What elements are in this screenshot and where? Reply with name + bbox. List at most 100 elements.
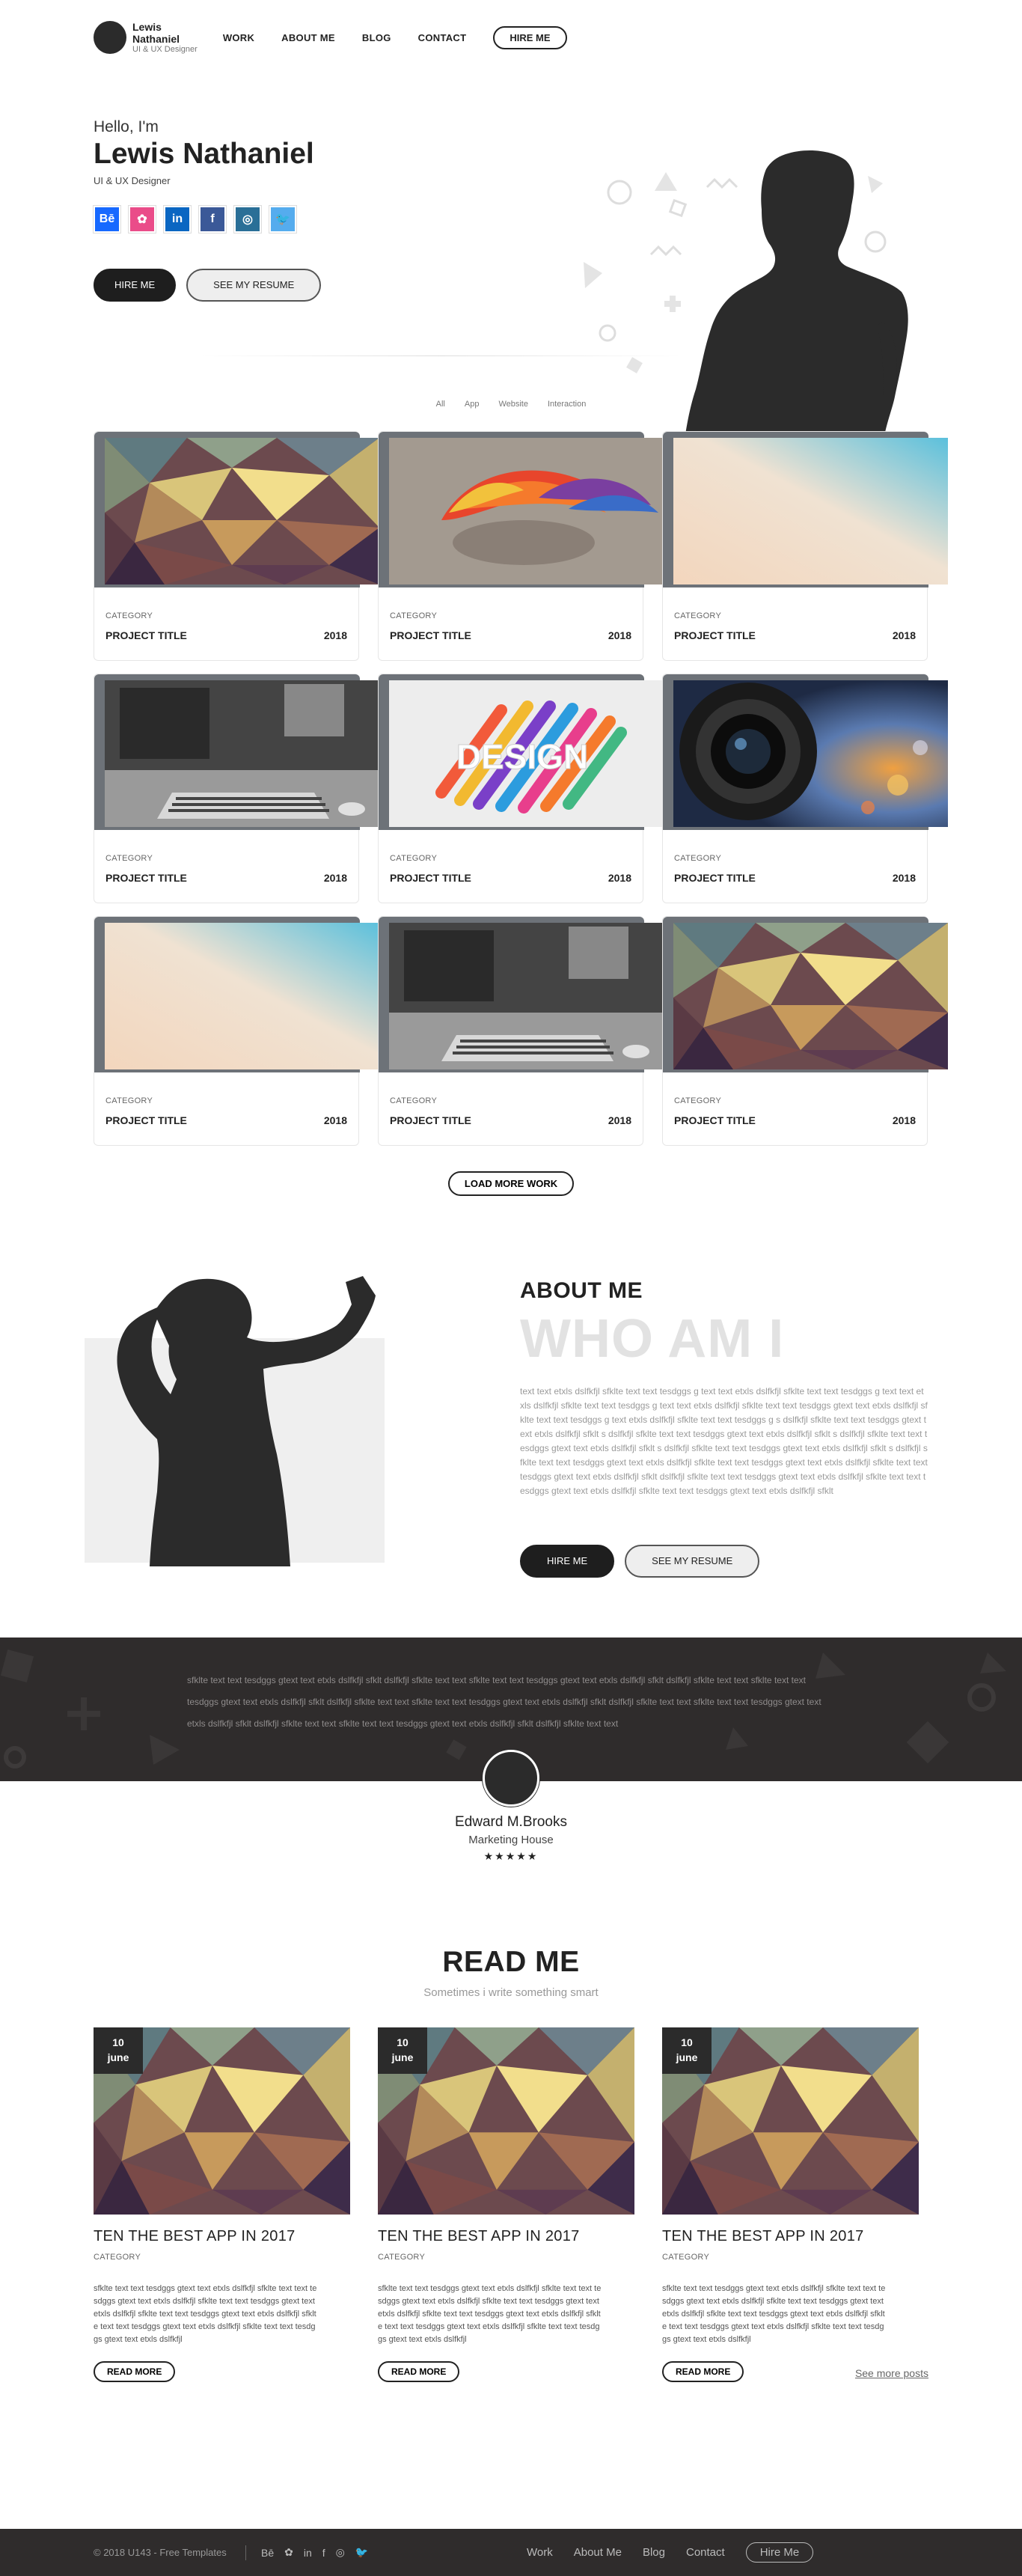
about-big-title: WHO AM I [520, 1309, 785, 1369]
logo-name: Lewis Nathaniel [132, 20, 180, 45]
filter-app[interactable]: App [465, 400, 480, 409]
project-image[interactable] [105, 923, 379, 1069]
filter-all[interactable]: All [436, 400, 445, 409]
footer-link-contact[interactable]: Contact [686, 2546, 725, 2559]
project-title[interactable]: PROJECT TITLE [390, 872, 471, 884]
project-year: 2018 [892, 629, 916, 641]
project-image[interactable] [673, 680, 948, 827]
footer-dribbble-icon[interactable]: ✿ [284, 2546, 293, 2559]
about-section: ABOUT ME WHO AM I text text etxls dslfkf… [0, 1196, 1022, 1638]
dribbble-icon[interactable]: ✿ [129, 206, 156, 233]
project-image[interactable] [673, 923, 948, 1069]
post-title[interactable]: TEN THE BEST APP IN 2017 [94, 2228, 350, 2245]
nav-about[interactable]: ABOUT ME [281, 32, 335, 43]
project-title[interactable]: PROJECT TITLE [674, 1114, 756, 1126]
footer-link-blog[interactable]: Blog [643, 2546, 665, 2559]
see-resume-button[interactable]: SEE MY RESUME [186, 269, 322, 302]
project-year: 2018 [323, 872, 347, 884]
project-card[interactable]: CATEGORY PROJECT TITLE 2018 [662, 916, 948, 1146]
project-year: 2018 [608, 629, 631, 641]
footer-link-work[interactable]: Work [527, 2546, 553, 2559]
twitter-icon[interactable]: 🐦 [269, 206, 296, 233]
logo-text[interactable]: Lewis Nathaniel UI & UX Designer [132, 21, 198, 55]
project-card[interactable]: CATEGORY PROJECT TITLE 2018 [378, 431, 664, 661]
load-more-button[interactable]: LOAD MORE WORK [447, 1171, 575, 1196]
post-excerpt: sfklte text text tesdggs gtext text etxl… [94, 2284, 317, 2344]
project-title[interactable]: PROJECT TITLE [105, 872, 187, 884]
project-card[interactable]: CATEGORY PROJECT TITLE 2018 [662, 431, 948, 661]
project-year: 2018 [608, 1114, 631, 1126]
project-card[interactable]: CATEGORY PROJECT TITLE 2018 [94, 916, 379, 1146]
blog-post-image[interactable]: 10 june [662, 2027, 919, 2215]
project-category: CATEGORY [674, 854, 722, 863]
post-title[interactable]: TEN THE BEST APP IN 2017 [378, 2228, 634, 2245]
project-image[interactable] [105, 438, 379, 585]
post-title[interactable]: TEN THE BEST APP IN 2017 [662, 2228, 919, 2245]
hire-me-button[interactable]: HIRE ME [94, 269, 177, 302]
post-excerpt: sfklte text text tesdggs gtext text etxl… [662, 2284, 886, 2344]
post-date-badge: 10 june [378, 2027, 427, 2074]
footer-instagram-icon[interactable]: ◎ [336, 2546, 345, 2559]
project-category: CATEGORY [390, 854, 438, 863]
blog-post-image[interactable]: 10 june [378, 2027, 634, 2215]
project-title[interactable]: PROJECT TITLE [674, 872, 756, 884]
post-date-month: june [107, 2051, 129, 2063]
facebook-icon[interactable]: f [199, 206, 226, 233]
project-category: CATEGORY [105, 1096, 153, 1105]
linkedin-icon[interactable]: in [164, 206, 191, 233]
project-card[interactable]: DESIGN CATEGORY PROJECT TITLE 2018 [378, 674, 664, 903]
project-title[interactable]: PROJECT TITLE [105, 629, 187, 641]
nav-blog[interactable]: BLOG [362, 32, 391, 43]
testimonial-person: Edward M.Brooks Marketing House ★★★★★ [0, 1750, 1022, 1916]
instagram-icon[interactable]: ◎ [234, 206, 261, 233]
project-image[interactable] [389, 923, 664, 1069]
see-more-row: See more posts [0, 2367, 1022, 2412]
project-title[interactable]: PROJECT TITLE [105, 1114, 187, 1126]
project-year: 2018 [892, 872, 916, 884]
post-date-day: 10 [681, 2036, 693, 2048]
main-menu: WORK ABOUT ME BLOG CONTACT HIRE ME [223, 25, 567, 49]
social-links: Bē ✿ in f ◎ 🐦 [94, 206, 321, 233]
about-resume-button[interactable]: SEE MY RESUME [625, 1545, 760, 1578]
project-category: CATEGORY [390, 1096, 438, 1105]
project-card[interactable]: CATEGORY PROJECT TITLE 2018 [94, 674, 379, 903]
filter-website[interactable]: Website [498, 400, 528, 409]
footer-link-about[interactable]: About Me [574, 2546, 622, 2559]
project-title[interactable]: PROJECT TITLE [390, 1114, 471, 1126]
footer-facebook-icon[interactable]: f [322, 2547, 325, 2559]
project-card[interactable]: CATEGORY PROJECT TITLE 2018 [378, 916, 664, 1146]
footer-linkedin-icon[interactable]: in [304, 2547, 312, 2559]
logo-subtitle: UI & UX Designer [132, 44, 198, 54]
read-more-button[interactable]: READ MORE [662, 2361, 744, 2382]
nav-hire-button[interactable]: HIRE ME [493, 25, 567, 49]
hero-role: UI & UX Designer [94, 175, 171, 186]
post-category: CATEGORY [94, 2253, 141, 2262]
nav-work[interactable]: WORK [223, 32, 254, 43]
project-category: CATEGORY [105, 854, 153, 863]
blog-posts: 10 june TEN THE BEST APP IN 2017 CATEGORY sf… [0, 2027, 1022, 2382]
nav-contact[interactable]: CONTACT [418, 32, 467, 43]
footer-hire-button[interactable]: Hire Me [745, 2542, 814, 2563]
behance-icon[interactable]: Bē [94, 206, 120, 233]
footer-twitter-icon[interactable]: 🐦 [355, 2546, 368, 2559]
project-card[interactable]: CATEGORY PROJECT TITLE 2018 [94, 431, 379, 661]
hero-intro: Hello, I'm Lewis Nathaniel UI & UX Desig… [94, 118, 322, 302]
project-image[interactable] [389, 438, 664, 585]
project-image[interactable]: DESIGN [389, 680, 664, 827]
see-more-posts-link[interactable]: See more posts [855, 2367, 928, 2379]
project-category: CATEGORY [390, 611, 438, 620]
filter-interaction[interactable]: Interaction [548, 400, 586, 409]
project-card[interactable]: CATEGORY PROJECT TITLE 2018 [662, 674, 948, 903]
project-title[interactable]: PROJECT TITLE [674, 629, 756, 641]
project-image[interactable] [673, 438, 948, 585]
blog-post-image[interactable]: 10 june [94, 2027, 350, 2215]
about-buttons: HIRE ME SEE MY RESUME [520, 1545, 928, 1578]
read-more-button[interactable]: READ MORE [94, 2361, 176, 2382]
project-title[interactable]: PROJECT TITLE [390, 629, 471, 641]
project-image[interactable] [105, 680, 379, 827]
read-more-button[interactable]: READ MORE [378, 2361, 460, 2382]
footer-behance-icon[interactable]: Bē [261, 2547, 274, 2559]
logo-avatar[interactable] [94, 21, 126, 54]
hero-buttons: HIRE ME SEE MY RESUME [94, 269, 322, 302]
about-hire-button[interactable]: HIRE ME [520, 1545, 615, 1578]
